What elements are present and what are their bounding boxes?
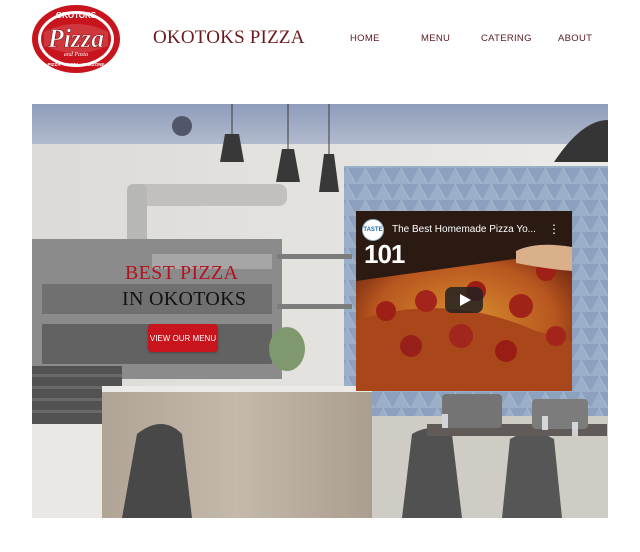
logo-tagline: PIZZA · PASTA · CALZONE bbox=[48, 62, 105, 67]
nav-catering[interactable]: CATERING bbox=[481, 33, 532, 44]
video-channel-avatar[interactable]: TASTE bbox=[362, 219, 384, 241]
play-icon[interactable] bbox=[445, 287, 483, 313]
main-nav: HOME MENU CATERING ABOUT bbox=[0, 33, 640, 47]
nav-about[interactable]: ABOUT bbox=[558, 33, 592, 44]
nav-menu[interactable]: MENU bbox=[421, 33, 450, 44]
video-title[interactable]: The Best Homemade Pizza Yo... bbox=[392, 224, 542, 236]
embedded-video[interactable]: TASTE The Best Homemade Pizza Yo... ⋮ 10… bbox=[356, 211, 572, 391]
logo-sub-text: and Pasta bbox=[64, 52, 88, 58]
video-more-icon[interactable]: ⋮ bbox=[548, 222, 560, 236]
view-menu-button[interactable]: VIEW OUR MENU bbox=[148, 324, 218, 352]
hero-section: BEST PIZZA IN OKOTOKS VIEW OUR MENU TAST… bbox=[32, 104, 608, 518]
hero-headline-best-pizza: BEST PIZZA bbox=[125, 262, 239, 284]
hero-headline-in-okotoks: IN OKOTOKS bbox=[122, 288, 247, 310]
nav-home[interactable]: HOME bbox=[350, 33, 380, 44]
logo-top-text: OKOTOKS bbox=[56, 11, 97, 20]
video-badge-text: 101 bbox=[364, 239, 405, 269]
